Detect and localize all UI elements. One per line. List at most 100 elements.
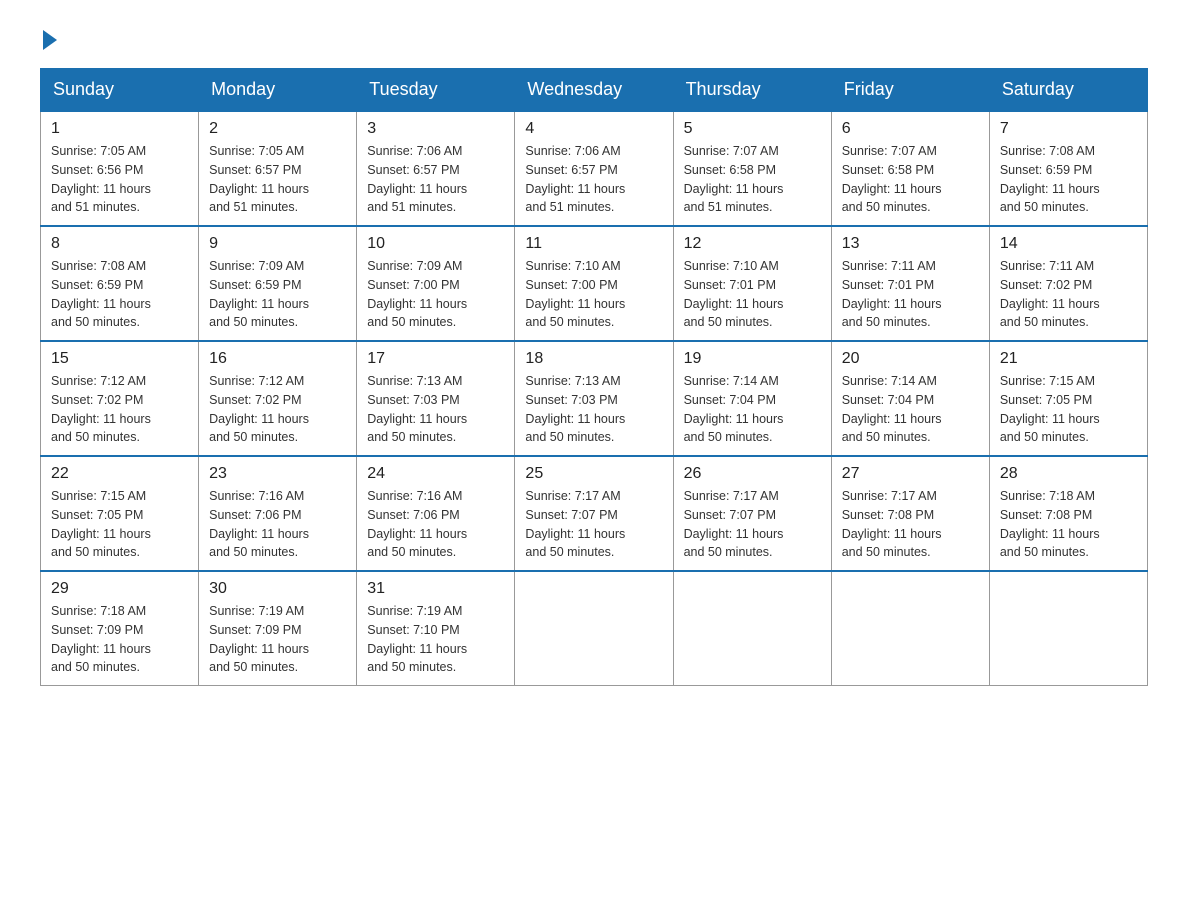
table-row: 22 Sunrise: 7:15 AMSunset: 7:05 PMDaylig… — [41, 456, 199, 571]
day-number: 8 — [51, 235, 188, 253]
day-number: 16 — [209, 350, 346, 368]
day-number: 9 — [209, 235, 346, 253]
table-row: 20 Sunrise: 7:14 AMSunset: 7:04 PMDaylig… — [831, 341, 989, 456]
table-row: 18 Sunrise: 7:13 AMSunset: 7:03 PMDaylig… — [515, 341, 673, 456]
table-row — [673, 571, 831, 686]
calendar-week-3: 15 Sunrise: 7:12 AMSunset: 7:02 PMDaylig… — [41, 341, 1148, 456]
table-row: 7 Sunrise: 7:08 AMSunset: 6:59 PMDayligh… — [989, 111, 1147, 226]
day-info: Sunrise: 7:18 AMSunset: 7:09 PMDaylight:… — [51, 604, 151, 674]
calendar-body: 1 Sunrise: 7:05 AMSunset: 6:56 PMDayligh… — [41, 111, 1148, 686]
day-info: Sunrise: 7:12 AMSunset: 7:02 PMDaylight:… — [51, 374, 151, 444]
table-row: 21 Sunrise: 7:15 AMSunset: 7:05 PMDaylig… — [989, 341, 1147, 456]
table-row: 6 Sunrise: 7:07 AMSunset: 6:58 PMDayligh… — [831, 111, 989, 226]
day-number: 1 — [51, 120, 188, 138]
table-row — [831, 571, 989, 686]
table-row: 23 Sunrise: 7:16 AMSunset: 7:06 PMDaylig… — [199, 456, 357, 571]
day-number: 20 — [842, 350, 979, 368]
day-number: 17 — [367, 350, 504, 368]
day-info: Sunrise: 7:08 AMSunset: 6:59 PMDaylight:… — [1000, 144, 1100, 214]
table-row: 2 Sunrise: 7:05 AMSunset: 6:57 PMDayligh… — [199, 111, 357, 226]
day-number: 3 — [367, 120, 504, 138]
table-row: 17 Sunrise: 7:13 AMSunset: 7:03 PMDaylig… — [357, 341, 515, 456]
day-info: Sunrise: 7:17 AMSunset: 7:07 PMDaylight:… — [525, 489, 625, 559]
table-row: 31 Sunrise: 7:19 AMSunset: 7:10 PMDaylig… — [357, 571, 515, 686]
day-info: Sunrise: 7:15 AMSunset: 7:05 PMDaylight:… — [51, 489, 151, 559]
day-info: Sunrise: 7:08 AMSunset: 6:59 PMDaylight:… — [51, 259, 151, 329]
table-row: 9 Sunrise: 7:09 AMSunset: 6:59 PMDayligh… — [199, 226, 357, 341]
calendar-table: SundayMondayTuesdayWednesdayThursdayFrid… — [40, 68, 1148, 686]
logo-arrow-icon — [43, 30, 57, 50]
table-row — [515, 571, 673, 686]
day-info: Sunrise: 7:09 AMSunset: 7:00 PMDaylight:… — [367, 259, 467, 329]
day-info: Sunrise: 7:06 AMSunset: 6:57 PMDaylight:… — [525, 144, 625, 214]
day-info: Sunrise: 7:19 AMSunset: 7:09 PMDaylight:… — [209, 604, 309, 674]
day-info: Sunrise: 7:06 AMSunset: 6:57 PMDaylight:… — [367, 144, 467, 214]
day-number: 21 — [1000, 350, 1137, 368]
day-number: 5 — [684, 120, 821, 138]
table-row: 15 Sunrise: 7:12 AMSunset: 7:02 PMDaylig… — [41, 341, 199, 456]
table-row: 10 Sunrise: 7:09 AMSunset: 7:00 PMDaylig… — [357, 226, 515, 341]
day-info: Sunrise: 7:10 AMSunset: 7:01 PMDaylight:… — [684, 259, 784, 329]
calendar-header-monday: Monday — [199, 69, 357, 112]
calendar-week-4: 22 Sunrise: 7:15 AMSunset: 7:05 PMDaylig… — [41, 456, 1148, 571]
table-row: 28 Sunrise: 7:18 AMSunset: 7:08 PMDaylig… — [989, 456, 1147, 571]
day-number: 13 — [842, 235, 979, 253]
table-row — [989, 571, 1147, 686]
table-row: 11 Sunrise: 7:10 AMSunset: 7:00 PMDaylig… — [515, 226, 673, 341]
page-header — [40, 30, 1148, 48]
day-info: Sunrise: 7:10 AMSunset: 7:00 PMDaylight:… — [525, 259, 625, 329]
day-info: Sunrise: 7:18 AMSunset: 7:08 PMDaylight:… — [1000, 489, 1100, 559]
day-number: 26 — [684, 465, 821, 483]
day-number: 28 — [1000, 465, 1137, 483]
day-info: Sunrise: 7:12 AMSunset: 7:02 PMDaylight:… — [209, 374, 309, 444]
day-number: 23 — [209, 465, 346, 483]
day-number: 15 — [51, 350, 188, 368]
day-info: Sunrise: 7:16 AMSunset: 7:06 PMDaylight:… — [367, 489, 467, 559]
calendar-header-sunday: Sunday — [41, 69, 199, 112]
day-info: Sunrise: 7:09 AMSunset: 6:59 PMDaylight:… — [209, 259, 309, 329]
table-row: 13 Sunrise: 7:11 AMSunset: 7:01 PMDaylig… — [831, 226, 989, 341]
table-row: 24 Sunrise: 7:16 AMSunset: 7:06 PMDaylig… — [357, 456, 515, 571]
table-row: 4 Sunrise: 7:06 AMSunset: 6:57 PMDayligh… — [515, 111, 673, 226]
day-info: Sunrise: 7:16 AMSunset: 7:06 PMDaylight:… — [209, 489, 309, 559]
calendar-header-row: SundayMondayTuesdayWednesdayThursdayFrid… — [41, 69, 1148, 112]
day-number: 29 — [51, 580, 188, 598]
day-number: 24 — [367, 465, 504, 483]
day-info: Sunrise: 7:11 AMSunset: 7:01 PMDaylight:… — [842, 259, 942, 329]
day-number: 6 — [842, 120, 979, 138]
table-row: 3 Sunrise: 7:06 AMSunset: 6:57 PMDayligh… — [357, 111, 515, 226]
day-number: 25 — [525, 465, 662, 483]
day-number: 2 — [209, 120, 346, 138]
day-info: Sunrise: 7:13 AMSunset: 7:03 PMDaylight:… — [367, 374, 467, 444]
table-row: 30 Sunrise: 7:19 AMSunset: 7:09 PMDaylig… — [199, 571, 357, 686]
day-number: 22 — [51, 465, 188, 483]
calendar-header-tuesday: Tuesday — [357, 69, 515, 112]
table-row: 8 Sunrise: 7:08 AMSunset: 6:59 PMDayligh… — [41, 226, 199, 341]
day-number: 30 — [209, 580, 346, 598]
day-info: Sunrise: 7:05 AMSunset: 6:56 PMDaylight:… — [51, 144, 151, 214]
calendar-week-2: 8 Sunrise: 7:08 AMSunset: 6:59 PMDayligh… — [41, 226, 1148, 341]
day-info: Sunrise: 7:11 AMSunset: 7:02 PMDaylight:… — [1000, 259, 1100, 329]
day-info: Sunrise: 7:14 AMSunset: 7:04 PMDaylight:… — [842, 374, 942, 444]
day-info: Sunrise: 7:17 AMSunset: 7:07 PMDaylight:… — [684, 489, 784, 559]
day-number: 11 — [525, 235, 662, 253]
day-info: Sunrise: 7:13 AMSunset: 7:03 PMDaylight:… — [525, 374, 625, 444]
day-info: Sunrise: 7:07 AMSunset: 6:58 PMDaylight:… — [684, 144, 784, 214]
day-info: Sunrise: 7:14 AMSunset: 7:04 PMDaylight:… — [684, 374, 784, 444]
table-row: 27 Sunrise: 7:17 AMSunset: 7:08 PMDaylig… — [831, 456, 989, 571]
day-info: Sunrise: 7:19 AMSunset: 7:10 PMDaylight:… — [367, 604, 467, 674]
calendar-week-1: 1 Sunrise: 7:05 AMSunset: 6:56 PMDayligh… — [41, 111, 1148, 226]
calendar-week-5: 29 Sunrise: 7:18 AMSunset: 7:09 PMDaylig… — [41, 571, 1148, 686]
day-number: 14 — [1000, 235, 1137, 253]
day-info: Sunrise: 7:05 AMSunset: 6:57 PMDaylight:… — [209, 144, 309, 214]
logo — [40, 30, 57, 48]
day-number: 18 — [525, 350, 662, 368]
table-row: 26 Sunrise: 7:17 AMSunset: 7:07 PMDaylig… — [673, 456, 831, 571]
table-row: 29 Sunrise: 7:18 AMSunset: 7:09 PMDaylig… — [41, 571, 199, 686]
table-row: 19 Sunrise: 7:14 AMSunset: 7:04 PMDaylig… — [673, 341, 831, 456]
calendar-header-thursday: Thursday — [673, 69, 831, 112]
day-number: 31 — [367, 580, 504, 598]
day-info: Sunrise: 7:07 AMSunset: 6:58 PMDaylight:… — [842, 144, 942, 214]
table-row: 14 Sunrise: 7:11 AMSunset: 7:02 PMDaylig… — [989, 226, 1147, 341]
day-info: Sunrise: 7:15 AMSunset: 7:05 PMDaylight:… — [1000, 374, 1100, 444]
